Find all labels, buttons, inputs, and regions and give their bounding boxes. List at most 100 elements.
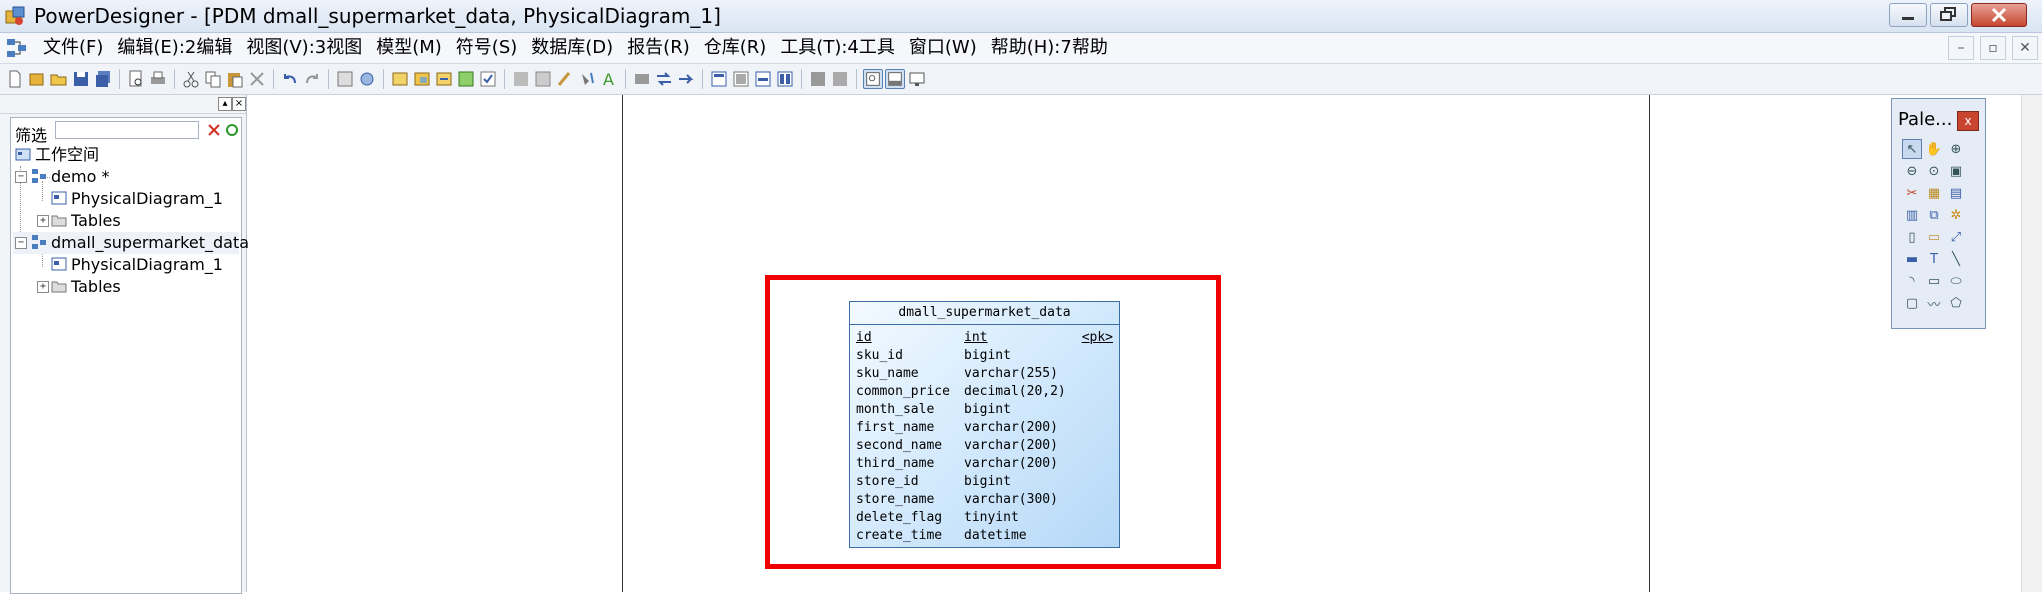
menu-report[interactable]: 报告(R) [620,36,697,60]
cut-icon[interactable] [181,69,201,89]
link-icon[interactable]: ⤢ [1946,227,1966,247]
ungroup-icon[interactable] [533,69,553,89]
copy-icon[interactable] [203,69,223,89]
delete-icon[interactable] [247,69,267,89]
rectangle-icon[interactable]: ▭ [1924,271,1944,291]
menu-file[interactable]: 文件(F) [36,36,110,60]
zoom-out-icon[interactable]: ⊖ [1902,161,1922,181]
palette-close-button[interactable]: x [1957,111,1979,131]
text-color-icon[interactable]: A [599,69,619,89]
document-window-icon[interactable] [6,37,28,59]
save-all-icon[interactable] [93,69,113,89]
save-icon[interactable] [71,69,91,89]
new-model-icon[interactable] [27,69,47,89]
zoom-icon[interactable]: ⊙ [1924,161,1944,181]
menu-tools[interactable]: 工具(T):4工具 [773,36,902,60]
close-button[interactable] [1971,3,2027,27]
ellipse-icon[interactable]: ⬭ [1946,271,1966,291]
print-icon[interactable] [148,69,168,89]
zoom-in-icon[interactable]: ⊕ [1946,139,1966,159]
arc-icon[interactable]: ◝ [1902,271,1922,291]
redo-icon[interactable] [302,69,322,89]
collapse-toggle[interactable]: − [15,237,27,249]
package-icon[interactable]: ▦ [1924,183,1944,203]
paste-icon[interactable] [225,69,245,89]
layout-icon-2[interactable] [731,69,751,89]
merge-icon[interactable] [676,69,696,89]
find-icon[interactable] [357,69,377,89]
line-icon[interactable]: ╲ [1946,249,1966,269]
clear-filter-icon[interactable] [207,123,221,137]
layout-icon-3[interactable] [753,69,773,89]
reference-icon[interactable]: ⧉ [1924,205,1944,225]
align-icon-1[interactable] [808,69,828,89]
fill-icon[interactable] [577,69,597,89]
undo-icon[interactable] [280,69,300,89]
menu-model[interactable]: 模型(M) [369,36,449,60]
menu-symbol[interactable]: 符号(S) [449,36,524,60]
view-tool-icon[interactable] [412,69,432,89]
restore-button[interactable] [1930,3,1968,27]
column-type: datetime [964,528,1027,543]
open-icon[interactable] [49,69,69,89]
table-entity[interactable]: dmall_supermarket_data id int <pk> sku_id b… [849,301,1120,548]
object-browser: ▴ × 筛选 工作空间 − demo * PhysicalDiagram_1 +… [0,95,249,594]
hand-icon[interactable]: ✋ [1924,139,1944,159]
tree-label-demo: demo * [51,167,110,186]
expand-toggle[interactable]: + [37,281,49,293]
browser-close-button[interactable]: × [232,97,246,111]
polyline-icon[interactable]: 〰 [1924,293,1944,313]
file-icon[interactable]: ▯ [1902,227,1922,247]
reference-tool-icon[interactable] [434,69,454,89]
menu-view[interactable]: 视图(V):3视图 [239,36,369,60]
mdi-minimize-button[interactable]: – [1948,36,1974,60]
refresh-icon[interactable] [225,123,239,137]
refresh-tool-icon[interactable] [456,69,476,89]
text-icon[interactable]: T [1924,249,1944,269]
menu-help[interactable]: 帮助(H):7帮助 [984,36,1115,60]
vertical-scrollbar[interactable] [2021,95,2042,592]
view-icon[interactable]: ▥ [1902,205,1922,225]
compare-icon[interactable] [654,69,674,89]
properties-icon[interactable]: ▣ [1946,161,1966,181]
layout-icon-1[interactable] [709,69,729,89]
result-list-icon[interactable] [907,69,927,89]
folder-icon[interactable]: ▭ [1924,227,1944,247]
tree-label-dmall-tables: Tables [71,277,121,296]
generate-icon[interactable] [632,69,652,89]
print-preview-icon[interactable] [126,69,146,89]
pointer-icon[interactable]: ↖ [1902,139,1922,159]
mdi-restore-button[interactable]: ▫ [1980,36,2006,60]
properties-icon[interactable] [335,69,355,89]
align-icon-2[interactable] [830,69,850,89]
polygon-icon[interactable]: ⬠ [1946,293,1966,313]
check-model-icon[interactable] [478,69,498,89]
tree-node-dmall[interactable]: − dmall_supermarket_data [13,232,249,254]
palette-title: Pale... [1898,109,1953,130]
browser-pin-button[interactable]: ▴ [218,97,232,111]
layout-icon-4[interactable] [775,69,795,89]
output-toggle-icon[interactable] [885,69,905,89]
menu-edit[interactable]: 编辑(E):2编辑 [110,36,239,60]
table-tool-icon[interactable] [390,69,410,89]
menu-window[interactable]: 窗口(W) [902,36,984,60]
toolbar-separator [625,69,626,89]
expand-toggle[interactable]: + [37,215,49,227]
powerdesigner-app-icon[interactable] [4,5,26,27]
note-icon[interactable]: ▬ [1902,249,1922,269]
minimize-button[interactable] [1889,3,1927,27]
collapse-toggle[interactable]: − [15,171,27,183]
group-icon[interactable] [511,69,531,89]
cut-icon[interactable]: ✂ [1902,183,1922,203]
pen-icon[interactable] [555,69,575,89]
browser-toggle-icon[interactable] [863,69,883,89]
tool-palette: Pale... x ↖ ✋ ⊕ ⊖ ⊙ ▣ ✂ ▦ ▤ ▥ ⧉ ✲ ▯ ▭ ⤢ … [1891,98,1986,329]
rounded-rect-icon[interactable]: ▢ [1902,293,1922,313]
menu-repository[interactable]: 仓库(R) [697,36,774,60]
mdi-close-button[interactable]: ✕ [2012,36,2038,60]
filter-input[interactable] [55,121,199,139]
menu-database[interactable]: 数据库(D) [524,36,620,60]
new-icon[interactable] [5,69,25,89]
procedure-icon[interactable]: ✲ [1946,205,1966,225]
table-icon[interactable]: ▤ [1946,183,1966,203]
